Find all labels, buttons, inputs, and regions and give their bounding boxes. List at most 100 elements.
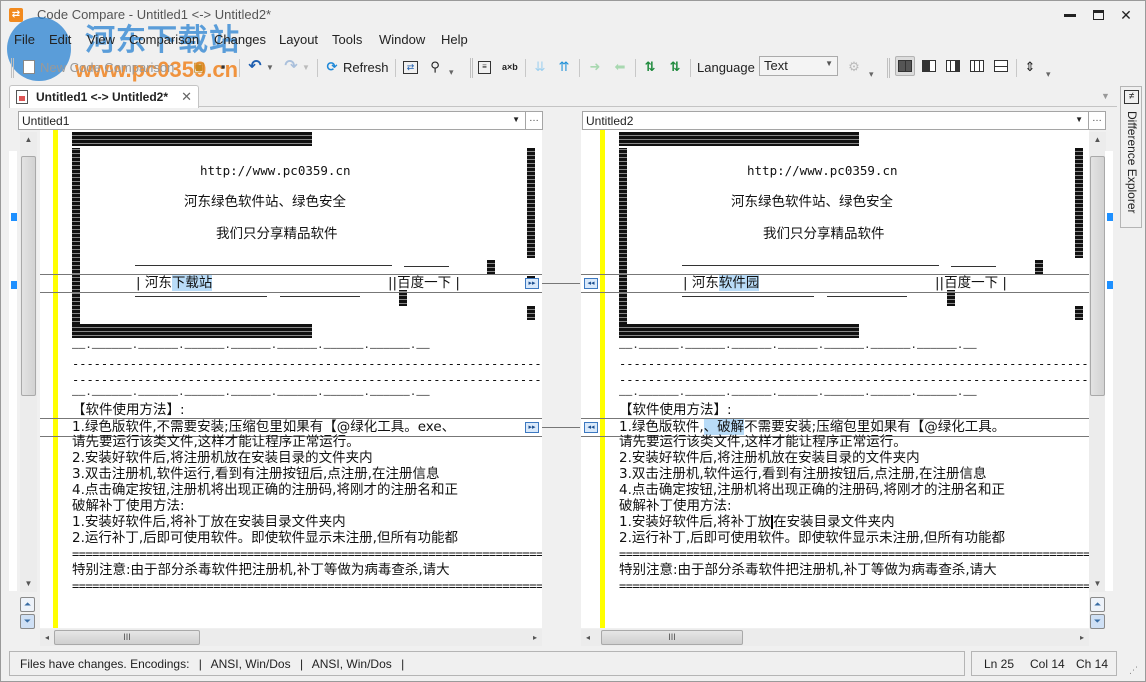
axb-icon: a×b: [502, 62, 518, 72]
undo-button[interactable]: ↶ ▼: [247, 56, 274, 78]
tabs-dropdown-icon[interactable]: ▼: [1101, 91, 1110, 101]
sync-down-button[interactable]: ⇅: [642, 56, 658, 78]
scroll-up-icon[interactable]: ▲: [20, 132, 37, 148]
right-vertical-scrollbar[interactable]: ▲ ▼: [1089, 132, 1106, 592]
menu-edit[interactable]: Edit: [49, 30, 71, 49]
left-file-select[interactable]: Untitled1 ▼: [18, 111, 526, 130]
open-button[interactable]: ▣: [191, 56, 207, 78]
toolbar-grip[interactable]: [11, 58, 14, 78]
resize-grip-icon[interactable]: ⋰: [1129, 665, 1138, 676]
left-editor[interactable]: http://www.pc0359.cn 河东绿色软件站、绿色安全 我们只分享精…: [40, 130, 542, 628]
right-encoding[interactable]: ANSI, Win/Dos: [312, 657, 392, 671]
menu-changes[interactable]: Changes: [214, 30, 266, 49]
merge-button[interactable]: ≡: [478, 56, 491, 78]
ignore-case-button[interactable]: a×b: [502, 56, 518, 78]
ascii-art-block: [72, 132, 312, 146]
close-window-button[interactable]: ✕: [1111, 1, 1141, 29]
sync-up-button[interactable]: ⇅: [667, 56, 683, 78]
layout-two-pane-button[interactable]: [895, 56, 915, 76]
copy-to-right-button[interactable]: ➜: [587, 56, 603, 78]
scroll-down-icon[interactable]: ▼: [20, 576, 37, 592]
scroll-thumb[interactable]: [1090, 156, 1105, 396]
find-button[interactable]: ⚲: [427, 56, 443, 78]
toolbar-overflow-button[interactable]: ▾: [449, 56, 454, 78]
menu-tools[interactable]: Tools: [332, 30, 362, 49]
tab-comparison[interactable]: Untitled1 <-> Untitled2* ✕: [9, 85, 199, 108]
maximize-button[interactable]: [1083, 1, 1113, 29]
right-editor[interactable]: ◂◂ ◂◂ http://www.pc0359.cn 河东绿色软件站、绿色安全 …: [581, 130, 1089, 628]
right-browse-button[interactable]: …: [1088, 111, 1106, 130]
difference-explorer-panel[interactable]: ≠ Difference Explorer: [1120, 86, 1142, 228]
menu-view[interactable]: View: [87, 30, 115, 49]
layout-three-pane-alt-button[interactable]: [967, 56, 987, 76]
previous-change-button[interactable]: ⏶: [1090, 597, 1105, 612]
left-encoding[interactable]: ANSI, Win/Dos: [211, 657, 291, 671]
menu-comparison[interactable]: Comparison: [129, 30, 199, 49]
toolbar-separator: [690, 59, 691, 77]
close-tab-icon[interactable]: ✕: [181, 89, 192, 105]
scroll-up-icon[interactable]: ▲: [1089, 132, 1106, 148]
scroll-right-icon[interactable]: ▸: [1075, 629, 1089, 646]
copy-change-right-button[interactable]: ▸▸: [525, 422, 539, 433]
toolbar-overflow-button[interactable]: ▾: [1046, 58, 1051, 80]
previous-difference-button[interactable]: ⇈: [556, 56, 572, 78]
scroll-thumb[interactable]: III: [54, 630, 200, 645]
menu-layout[interactable]: Layout: [279, 30, 318, 49]
menu-file[interactable]: File: [14, 30, 35, 49]
overview-change-marker[interactable]: [11, 281, 17, 289]
left-overview-bar[interactable]: [9, 151, 17, 591]
undo-dropdown-icon[interactable]: ▼: [266, 63, 274, 72]
left-vertical-scrollbar[interactable]: ▲ ▼: [20, 132, 37, 592]
save-button[interactable]: ▪: [215, 56, 231, 78]
layout-horizontal-button[interactable]: [991, 56, 1011, 76]
layout-three-pane-button[interactable]: [943, 56, 963, 76]
next-difference-icon: ⇊: [534, 59, 546, 74]
menu-help[interactable]: Help: [441, 30, 468, 49]
toolbar-overflow-button[interactable]: ▾: [869, 58, 874, 80]
redo-button[interactable]: ↷ ▼: [283, 56, 310, 78]
menu-window[interactable]: Window: [379, 30, 425, 49]
copy-to-left-button[interactable]: ⬅: [612, 56, 628, 78]
text-line: 2.运行补丁,后即可使用软件。即使软件显示未注册,但所有功能都: [619, 530, 1005, 546]
previous-change-button[interactable]: ⏶: [20, 597, 35, 612]
layout-two-pane-alt-icon: [922, 60, 936, 72]
next-change-button[interactable]: ⏷: [1090, 614, 1105, 629]
right-overview-bar[interactable]: [1105, 151, 1113, 591]
text-line: 4.点击确定按钮,注册机将出现正确的注册码,将刚才的注册名和正: [619, 482, 1005, 498]
left-horizontal-scrollbar[interactable]: ◂ III ▸: [40, 629, 542, 646]
next-change-button[interactable]: ⏷: [20, 614, 35, 629]
status-separator: |: [299, 657, 304, 671]
scroll-left-icon[interactable]: ◂: [40, 629, 54, 646]
language-select[interactable]: Text ▼: [759, 56, 838, 76]
right-text-lines: 请先要运行该类文件,这样才能让程序正常运行。 2.安装好软件后,将注册机放在安装…: [619, 434, 1089, 546]
overview-change-marker[interactable]: [1107, 213, 1113, 221]
cursor-position: Ln 25 Col 14 Ch 14: [971, 651, 1117, 676]
toolbar-grip[interactable]: [887, 58, 890, 78]
left-browse-button[interactable]: …: [525, 111, 543, 130]
scroll-thumb[interactable]: III: [601, 630, 743, 645]
overview-change-marker[interactable]: [1107, 281, 1113, 289]
toolbar-grip[interactable]: [470, 58, 473, 78]
scroll-right-icon[interactable]: ▸: [528, 629, 542, 646]
header-line2: 我们只分享精品软件: [216, 226, 338, 242]
scroll-thumb[interactable]: [21, 156, 36, 396]
copy-change-right-button[interactable]: ▸▸: [525, 278, 539, 289]
line-spacing-button[interactable]: ⇕: [1022, 56, 1038, 78]
title-bar: ⇄ Code Compare - Untitled1 <-> Untitled2…: [1, 1, 1145, 29]
scroll-left-icon[interactable]: ◂: [581, 629, 595, 646]
toolbar-separator: [525, 59, 526, 77]
structure-icon: ⚙: [848, 59, 860, 74]
right-file-select[interactable]: Untitled2 ▼: [582, 111, 1089, 130]
redo-dropdown-icon[interactable]: ▼: [302, 63, 310, 72]
right-horizontal-scrollbar[interactable]: ◂ III ▸: [581, 629, 1089, 646]
minimize-button[interactable]: [1055, 1, 1085, 29]
scroll-down-icon[interactable]: ▼: [1089, 576, 1106, 592]
refresh-button[interactable]: ⟳ Refresh: [324, 56, 389, 78]
overview-change-marker[interactable]: [11, 213, 17, 221]
new-comparison-button[interactable]: New Code Comparison: [23, 56, 174, 78]
next-difference-button[interactable]: ⇊: [532, 56, 548, 78]
structure-button[interactable]: ⚙: [846, 56, 862, 78]
layout-two-pane-alt-button[interactable]: [919, 56, 939, 76]
compare-folders-button[interactable]: ⇄: [403, 56, 418, 78]
ascii-rule: [682, 265, 939, 266]
